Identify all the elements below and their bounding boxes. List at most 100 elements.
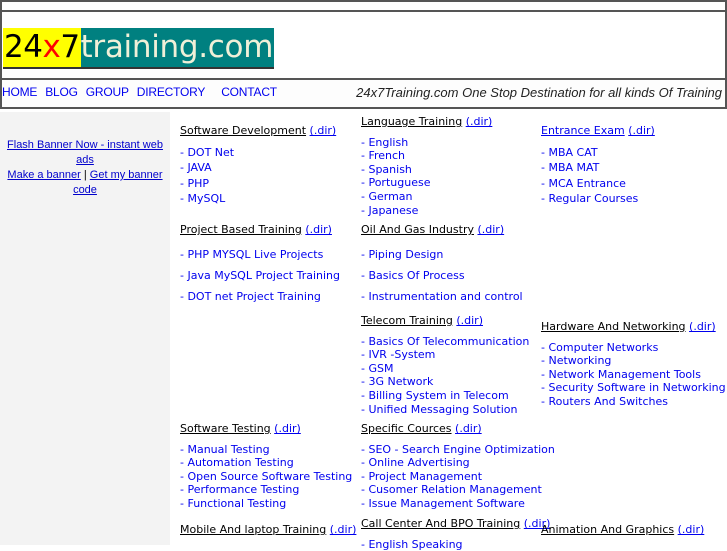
category-hardware-networking: Hardware And Networking (.dir) - Compute…: [541, 320, 726, 409]
list-item[interactable]: - SEO - Search Engine Optimization: [361, 443, 555, 457]
list-item[interactable]: - Regular Courses: [541, 192, 655, 206]
list-item[interactable]: - German: [361, 190, 492, 204]
dir-link[interactable]: (.dir): [455, 422, 482, 435]
list-item[interactable]: - Open Source Software Testing: [180, 470, 352, 484]
list-item[interactable]: - Piping Design: [361, 248, 523, 262]
list-item[interactable]: - PHP: [180, 177, 336, 191]
list-item[interactable]: - Manual Testing: [180, 443, 352, 457]
list-item[interactable]: - Project Management: [361, 470, 555, 484]
category-oil-gas: Oil And Gas Industry (.dir) - Piping Des…: [361, 223, 523, 311]
nav-home[interactable]: HOME: [2, 85, 37, 99]
category-title[interactable]: Software Development: [180, 124, 306, 137]
list-item[interactable]: - Automation Testing: [180, 456, 352, 470]
list-item[interactable]: - Performance Testing: [180, 483, 352, 497]
category-animation: Animation And Graphics (.dir): [541, 523, 704, 537]
category-telecom: Telecom Training (.dir) - Basics Of Tele…: [361, 314, 529, 416]
header-logo-row: 24x7 training.com: [2, 12, 725, 80]
category-list: - Manual Testing - Automation Testing - …: [180, 443, 352, 511]
dir-link[interactable]: (.dir): [456, 314, 483, 327]
flash-banner-link[interactable]: Flash Banner Now - instant web ads: [7, 139, 163, 166]
category-list: - MBA CAT - MBA MAT - MCA Entrance - Reg…: [541, 146, 655, 206]
category-entrance-exam: Entrance Exam (.dir) - MBA CAT - MBA MAT…: [541, 124, 655, 206]
sidebar: Flash Banner Now - instant web ads Make …: [0, 112, 170, 545]
list-item[interactable]: - French: [361, 149, 492, 163]
nav-blog[interactable]: BLOG: [45, 85, 78, 99]
category-title[interactable]: Entrance Exam: [541, 124, 625, 137]
list-item[interactable]: - MBA CAT: [541, 146, 655, 160]
category-title[interactable]: Language Training: [361, 115, 462, 128]
ad-separator: |: [83, 169, 87, 181]
make-banner-link[interactable]: Make a banner: [7, 169, 80, 181]
dir-link[interactable]: (.dir): [628, 124, 655, 137]
dir-link[interactable]: (.dir): [689, 320, 716, 333]
category-title[interactable]: Mobile And laptop Training: [180, 523, 326, 536]
logo-suffix: training.com: [80, 28, 275, 67]
category-list: - PHP MYSQL Live Projects - Java MySQL P…: [180, 248, 340, 304]
category-title[interactable]: Call Center And BPO Training: [361, 517, 520, 530]
list-item[interactable]: - GSM: [361, 362, 529, 376]
list-item[interactable]: - Network Management Tools: [541, 368, 726, 382]
list-item[interactable]: - Spanish: [361, 163, 492, 177]
list-item[interactable]: - MCA Entrance: [541, 177, 655, 191]
category-list: - Basics Of Telecommunication - IVR -Sys…: [361, 335, 529, 417]
list-item[interactable]: - PHP MYSQL Live Projects: [180, 248, 340, 262]
dir-link[interactable]: (.dir): [466, 115, 493, 128]
category-list: - SEO - Search Engine Optimization - Onl…: [361, 443, 555, 511]
list-item[interactable]: - Billing System in Telecom: [361, 389, 529, 403]
category-specific-cources: Specific Cources (.dir) - SEO - Search E…: [361, 422, 555, 511]
list-item[interactable]: - DOT net Project Training: [180, 290, 340, 304]
list-item[interactable]: - Networking: [541, 354, 726, 368]
category-title[interactable]: Hardware And Networking: [541, 320, 686, 333]
nav-bar: HOME BLOG GROUP DIRECTORY CONTACT 24x7Tr…: [2, 80, 725, 107]
logo-7: 7: [60, 29, 80, 65]
list-item[interactable]: - MBA MAT: [541, 161, 655, 175]
list-item[interactable]: - IVR -System: [361, 348, 529, 362]
category-title[interactable]: Animation And Graphics: [541, 523, 674, 536]
category-title[interactable]: Project Based Training: [180, 223, 302, 236]
get-banner-code-link[interactable]: Get my banner code: [73, 169, 163, 196]
category-title[interactable]: Software Testing: [180, 422, 271, 435]
list-item[interactable]: - English Speaking: [361, 538, 550, 551]
nav-group[interactable]: GROUP: [86, 85, 129, 99]
list-item[interactable]: - Japanese: [361, 204, 492, 218]
main-nav: HOME BLOG GROUP DIRECTORY CONTACT: [2, 85, 285, 99]
list-item[interactable]: - JAVA: [180, 161, 336, 175]
list-item[interactable]: - Computer Networks: [541, 341, 726, 355]
dir-link[interactable]: (.dir): [330, 523, 357, 536]
list-item[interactable]: - Unified Messaging Solution: [361, 403, 529, 417]
list-item[interactable]: - DOT Net: [180, 146, 336, 160]
list-item[interactable]: - Java MySQL Project Training: [180, 269, 340, 283]
nav-directory[interactable]: DIRECTORY: [137, 85, 206, 99]
site-logo[interactable]: 24x7 training.com: [3, 28, 275, 69]
category-title[interactable]: Telecom Training: [361, 314, 453, 327]
category-list: - English Speaking: [361, 538, 550, 551]
category-title[interactable]: Oil And Gas Industry: [361, 223, 474, 236]
list-item[interactable]: - Functional Testing: [180, 497, 352, 511]
category-project-based: Project Based Training (.dir) - PHP MYSQ…: [180, 223, 340, 311]
site-header: 24x7 training.com HOME BLOG GROUP DIRECT…: [0, 0, 727, 109]
header-top-bar: [2, 0, 725, 12]
dir-link[interactable]: (.dir): [678, 523, 705, 536]
list-item[interactable]: - Portuguese: [361, 176, 492, 190]
dir-link[interactable]: (.dir): [305, 223, 332, 236]
list-item[interactable]: - Cusomer Relation Management: [361, 483, 555, 497]
list-item[interactable]: - Online Advertising: [361, 456, 555, 470]
category-software-testing: Software Testing (.dir) - Manual Testing…: [180, 422, 352, 511]
list-item[interactable]: - Instrumentation and control: [361, 290, 523, 304]
dir-link[interactable]: (.dir): [310, 124, 337, 137]
dir-link[interactable]: (.dir): [274, 422, 301, 435]
category-title[interactable]: Specific Cources: [361, 422, 452, 435]
list-item[interactable]: - Issue Management Software: [361, 497, 555, 511]
list-item[interactable]: - 3G Network: [361, 375, 529, 389]
logo-prefix: 24x7: [3, 28, 81, 67]
list-item[interactable]: - MySQL: [180, 192, 336, 206]
category-list: - English - French - Spanish - Portugues…: [361, 136, 492, 218]
list-item[interactable]: - English: [361, 136, 492, 150]
dir-link[interactable]: (.dir): [477, 223, 504, 236]
list-item[interactable]: - Basics Of Process: [361, 269, 523, 283]
list-item[interactable]: - Security Software in Networking: [541, 381, 726, 395]
sidebar-ad: Flash Banner Now - instant web ads Make …: [4, 138, 166, 198]
nav-contact[interactable]: CONTACT: [221, 85, 277, 99]
list-item[interactable]: - Basics Of Telecommunication: [361, 335, 529, 349]
list-item[interactable]: - Routers And Switches: [541, 395, 726, 409]
